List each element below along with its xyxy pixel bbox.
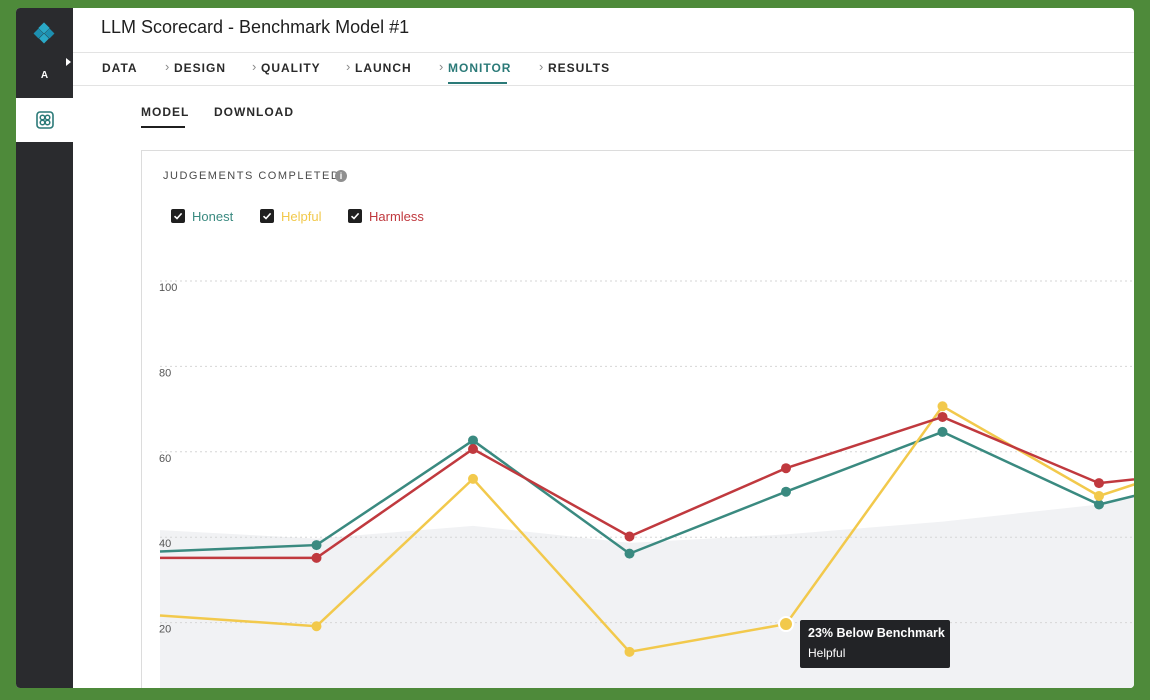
y-tick-label: 100 (159, 282, 177, 294)
data-point-harmless[interactable] (624, 531, 635, 542)
data-point-helpful[interactable] (468, 473, 478, 484)
app-window: A LLM Scorecard - Benchmark Model #1 DAT… (16, 8, 1134, 688)
y-tick-label: 20 (159, 624, 171, 636)
step-results[interactable]: RESULTS (548, 61, 610, 75)
subtabs: MODEL DOWNLOAD (73, 88, 1134, 128)
data-point-harmless[interactable] (781, 463, 791, 474)
page-header: LLM Scorecard - Benchmark Model #1 (73, 8, 1134, 53)
data-point-harmless[interactable] (468, 443, 478, 454)
y-tick-label: 80 (159, 367, 171, 379)
y-tick-label: 60 (159, 453, 171, 465)
line-chart: 20 40 60 80 100 (159, 280, 1134, 688)
data-point-honest[interactable] (624, 548, 635, 559)
expand-caret-icon[interactable] (66, 58, 71, 66)
tooltip-series: Helpful (808, 646, 846, 661)
data-point-helpful[interactable] (937, 401, 948, 412)
data-point-honest[interactable] (311, 540, 322, 551)
workflow-steps: DATA › DESIGN › QUALITY › LAUNCH › MONIT… (73, 53, 1134, 86)
data-point-helpful[interactable] (624, 646, 635, 657)
data-point-honest[interactable] (937, 426, 948, 437)
highlighted-data-point[interactable] (778, 616, 794, 633)
data-point-harmless[interactable] (937, 411, 948, 422)
tab-download[interactable]: DOWNLOAD (214, 105, 294, 119)
page-title: LLM Scorecard - Benchmark Model #1 (101, 17, 410, 37)
background-area (160, 494, 1134, 688)
diamond-logo-icon[interactable] (32, 22, 56, 46)
data-point-honest[interactable] (468, 435, 478, 446)
chart-tooltip: 23% Below Benchmark Helpful (800, 620, 950, 669)
data-point-harmless[interactable] (311, 552, 322, 563)
data-point-honest[interactable] (781, 486, 791, 497)
sidebar: A (16, 8, 73, 688)
step-launch[interactable]: LAUNCH (355, 61, 412, 75)
sidebar-letter[interactable]: A (16, 70, 73, 81)
sidebar-item-scorecard[interactable] (16, 98, 73, 142)
active-tab-underline (141, 126, 185, 128)
data-point-honest[interactable] (1094, 499, 1104, 510)
scorecard-icon (36, 111, 54, 129)
tooltip-title: 23% Below Benchmark (808, 626, 945, 641)
tab-model[interactable]: MODEL (141, 105, 189, 119)
data-point-helpful[interactable] (311, 621, 322, 632)
chart-card: JUDGEMENTS COMPLETED i Honest Helpful Ha… (141, 150, 1134, 688)
step-data[interactable]: DATA (102, 61, 138, 75)
active-step-underline (448, 82, 507, 84)
step-monitor[interactable]: MONITOR (448, 61, 511, 75)
y-tick-label: 40 (159, 538, 171, 550)
step-quality[interactable]: QUALITY (261, 61, 321, 75)
step-design[interactable]: DESIGN (174, 61, 226, 75)
data-point-helpful[interactable] (1094, 490, 1104, 501)
data-point-harmless[interactable] (1094, 478, 1104, 489)
